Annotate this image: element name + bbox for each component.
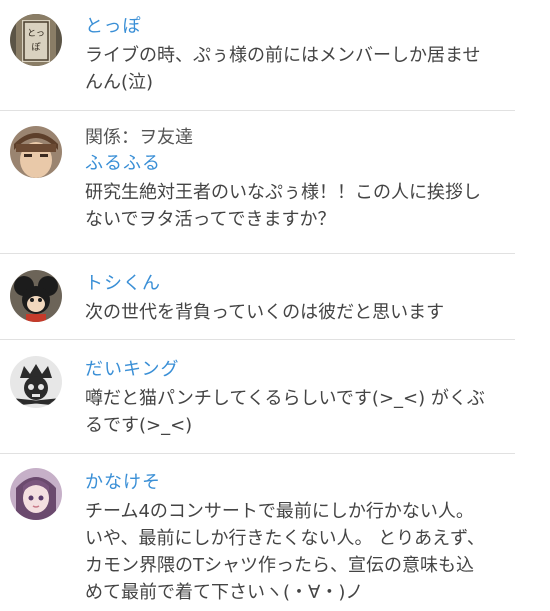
comment-text: 次の世代を背負っていくのは彼だと思います bbox=[85, 302, 445, 323]
comment-text: チーム4のコンサートで最前にしか行かない人。いや、最前にしか行きたくない人。 と… bbox=[85, 501, 485, 603]
comment-username[interactable]: ふるふる bbox=[85, 151, 485, 177]
svg-text:とっ: とっ bbox=[27, 28, 45, 39]
crown-skull-avatar-icon[interactable] bbox=[10, 356, 62, 408]
comment-item: かなけそ チーム4のコンサートで最前にしか行かない人。いや、最前にしか行きたくな… bbox=[0, 454, 515, 611]
comment-item: トシくん 次の世代を背負っていくのは彼だと思います bbox=[0, 254, 515, 340]
cartoon-mouse-avatar-icon[interactable] bbox=[10, 270, 62, 322]
comment-text: ライブの時、ぷぅ様の前にはメンバーしか居ませんん(泣) bbox=[85, 45, 481, 93]
comment-item: 関係：ヲ友達 ふるふる 研究生絶対王者のいなぷぅ様！！この人に挨拶しないでヲタ活… bbox=[0, 111, 515, 254]
person-photo-avatar-icon[interactable] bbox=[10, 126, 62, 178]
comment-username[interactable]: とっぽ bbox=[85, 14, 485, 40]
anime-girl-avatar-icon[interactable] bbox=[10, 468, 62, 520]
nameplate-photo-avatar-icon[interactable]: とっ ぽ bbox=[10, 14, 62, 66]
comment-username[interactable]: トシくん bbox=[85, 271, 485, 297]
comment-username[interactable]: だいキング bbox=[85, 357, 485, 383]
comment-username[interactable]: かなけそ bbox=[85, 470, 485, 496]
comment-text: 噂だと猫パンチしてくるらしいです(>_<) がくぶるです(>_<) bbox=[85, 388, 485, 436]
svg-text:ぽ: ぽ bbox=[31, 42, 40, 53]
comment-item: とっ ぽ とっぽ ライブの時、ぷぅ様の前にはメンバーしか居ませんん(泣) bbox=[0, 0, 515, 111]
comment-text: 研究生絶対王者のいなぷぅ様！！この人に挨拶しないでヲタ活ってできますか？ bbox=[85, 182, 481, 230]
comment-relation: 関係：ヲ友達 bbox=[85, 127, 193, 148]
comment-item: だいキング 噂だと猫パンチしてくるらしいです(>_<) がくぶるです(>_<) bbox=[0, 340, 515, 454]
